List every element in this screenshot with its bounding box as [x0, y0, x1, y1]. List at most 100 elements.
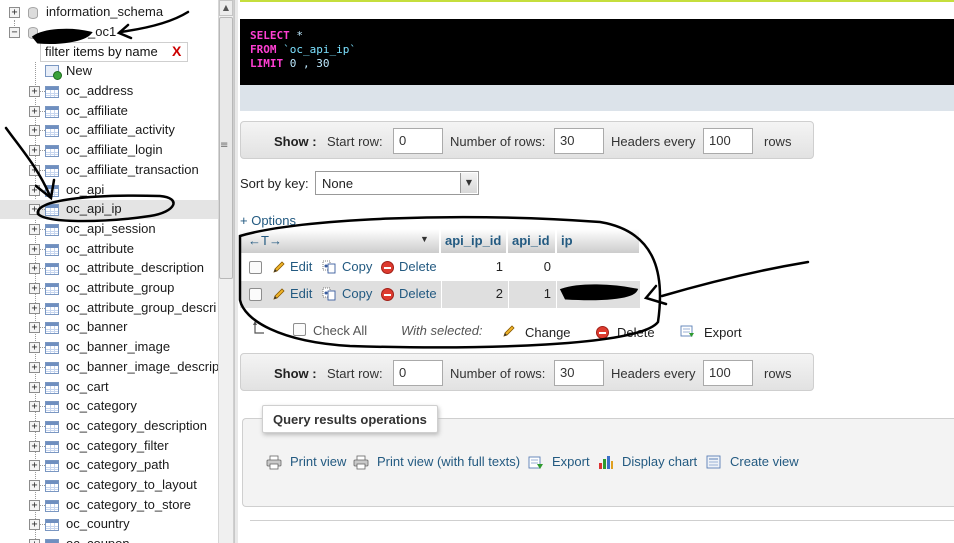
expand-icon[interactable]: +: [29, 86, 40, 97]
copy-link[interactable]: Copy: [342, 259, 372, 274]
tree-table-oc-affiliate-transaction[interactable]: + oc_affiliate_transaction: [0, 161, 218, 180]
clear-filter-icon[interactable]: X: [172, 43, 181, 59]
cell-api-id[interactable]: 1: [510, 286, 551, 301]
tree-table-oc-country[interactable]: + oc_country: [0, 515, 218, 534]
table-label[interactable]: oc_banner_image_descrip: [66, 359, 219, 374]
delete-icon[interactable]: [381, 288, 394, 301]
table-label[interactable]: oc_coupon: [66, 536, 130, 543]
tree-db-information-schema[interactable]: + information_schema: [0, 3, 218, 22]
table-label[interactable]: oc_address: [66, 83, 133, 98]
print-icon[interactable]: [353, 455, 369, 470]
expand-icon[interactable]: +: [29, 204, 40, 215]
tree-db-oc1[interactable]: − _oc1: [0, 23, 218, 42]
create-view-link[interactable]: Create view: [730, 454, 799, 469]
rows-input[interactable]: 30: [554, 128, 604, 154]
table-label[interactable]: oc_attribute_description: [66, 260, 204, 275]
table-label[interactable]: oc_cart: [66, 379, 109, 394]
cell-api-ip-id[interactable]: 1: [443, 259, 503, 274]
tree-table-oc-banner-image-descrip[interactable]: + oc_banner_image_descrip: [0, 358, 219, 377]
scroll-up-arrow-icon[interactable]: ▲: [219, 0, 233, 16]
chevron-down-icon[interactable]: ▼: [460, 173, 477, 193]
expand-icon[interactable]: +: [29, 342, 40, 353]
tree-table-oc-attribute[interactable]: + oc_attribute: [0, 240, 218, 259]
export-button[interactable]: Export: [704, 325, 742, 340]
filter-input[interactable]: filter items by name: [40, 42, 188, 62]
column-header-ip[interactable]: ip: [557, 229, 640, 253]
delete-link[interactable]: Delete: [399, 286, 437, 301]
expand-icon[interactable]: +: [29, 322, 40, 333]
delete-link[interactable]: Delete: [399, 259, 437, 274]
table-label[interactable]: oc_affiliate_transaction: [66, 162, 199, 177]
expand-icon[interactable]: +: [29, 244, 40, 255]
change-pencil-icon[interactable]: [502, 324, 516, 338]
expand-icon[interactable]: +: [29, 362, 40, 373]
tree-table-oc-affiliate[interactable]: + oc_affiliate: [0, 102, 218, 121]
table-label[interactable]: oc_api_ip: [66, 201, 122, 216]
column-header-api-id[interactable]: api_id: [508, 229, 556, 253]
table-label[interactable]: oc_category: [66, 398, 137, 413]
headers-input[interactable]: 100: [703, 128, 753, 154]
tree-table-oc-category[interactable]: + oc_category: [0, 397, 218, 416]
tree-table-oc-category-path[interactable]: + oc_category_path: [0, 456, 218, 475]
expand-icon[interactable]: +: [29, 421, 40, 432]
column-header-api-ip-id[interactable]: api_ip_id: [441, 229, 507, 253]
copy-icon[interactable]: [322, 287, 336, 301]
table-label[interactable]: oc_api_session: [66, 221, 156, 236]
expand-icon[interactable]: +: [29, 441, 40, 452]
table-label[interactable]: oc_attribute_group: [66, 280, 174, 295]
tree-table-oc-coupon[interactable]: + oc_coupon: [0, 535, 218, 543]
show-button[interactable]: Show :: [274, 366, 317, 381]
print-view-full-link[interactable]: Print view (with full texts): [377, 454, 520, 469]
expand-icon[interactable]: +: [9, 7, 20, 18]
headers-input[interactable]: 100: [703, 360, 753, 386]
expand-icon[interactable]: +: [29, 460, 40, 471]
tree-table-oc-api-ip[interactable]: + oc_api_ip: [0, 200, 218, 219]
expand-icon[interactable]: +: [29, 500, 40, 511]
table-label[interactable]: oc_country: [66, 516, 130, 531]
tree-table-oc-category-filter[interactable]: + oc_category_filter: [0, 437, 218, 456]
tree-table-oc-category-description[interactable]: + oc_category_description: [0, 417, 218, 436]
table-label[interactable]: oc_category_to_layout: [66, 477, 197, 492]
tree-table-oc-category-to-store[interactable]: + oc_category_to_store: [0, 496, 218, 515]
check-all-checkbox[interactable]: [293, 323, 306, 336]
expand-icon[interactable]: +: [29, 283, 40, 294]
collapse-icon[interactable]: −: [9, 27, 20, 38]
tree-table-oc-attribute-group[interactable]: + oc_attribute_group: [0, 279, 218, 298]
export-icon[interactable]: [528, 455, 544, 470]
tree-table-oc-cart[interactable]: + oc_cart: [0, 378, 218, 397]
new-table-link[interactable]: New: [66, 63, 92, 78]
panel-splitter[interactable]: [234, 0, 238, 543]
tree-table-oc-banner[interactable]: + oc_banner: [0, 318, 218, 337]
print-icon[interactable]: [266, 455, 282, 470]
expand-icon[interactable]: +: [29, 382, 40, 393]
change-button[interactable]: Change: [525, 325, 571, 340]
table-label[interactable]: oc_affiliate_login: [66, 142, 163, 157]
delete-icon[interactable]: [381, 261, 394, 274]
export-link[interactable]: Export: [552, 454, 590, 469]
table-label[interactable]: oc_category_description: [66, 418, 207, 433]
edit-link[interactable]: Edit: [290, 286, 312, 301]
tree-table-oc-attribute-description[interactable]: + oc_attribute_description: [0, 259, 218, 278]
start-row-input[interactable]: 0: [393, 128, 443, 154]
cell-api-id[interactable]: 0: [510, 259, 551, 274]
tree-table-oc-affiliate-activity[interactable]: + oc_affiliate_activity: [0, 121, 218, 140]
db-label[interactable]: information_schema: [46, 4, 163, 19]
tree-table-oc-banner-image[interactable]: + oc_banner_image: [0, 338, 218, 357]
expand-icon[interactable]: +: [29, 480, 40, 491]
expand-icon[interactable]: +: [29, 539, 40, 543]
expand-icon[interactable]: +: [29, 106, 40, 117]
table-label[interactable]: oc_category_to_store: [66, 497, 191, 512]
tree-table-oc-address[interactable]: + oc_address: [0, 82, 218, 101]
bar-chart-icon[interactable]: [598, 455, 614, 470]
show-button[interactable]: Show :: [274, 134, 317, 149]
sort-dropdown-icon[interactable]: ▼: [420, 234, 429, 244]
delete-button[interactable]: Delete: [617, 325, 655, 340]
db-label[interactable]: _oc1: [88, 24, 116, 39]
table-label[interactable]: oc_affiliate: [66, 103, 128, 118]
column-arrows-header[interactable]: ←T→ ▼: [240, 229, 440, 253]
expand-icon[interactable]: +: [29, 185, 40, 196]
expand-icon[interactable]: +: [29, 224, 40, 235]
cell-api-ip-id[interactable]: 2: [443, 286, 503, 301]
expand-icon[interactable]: +: [29, 145, 40, 156]
expand-icon[interactable]: +: [29, 401, 40, 412]
